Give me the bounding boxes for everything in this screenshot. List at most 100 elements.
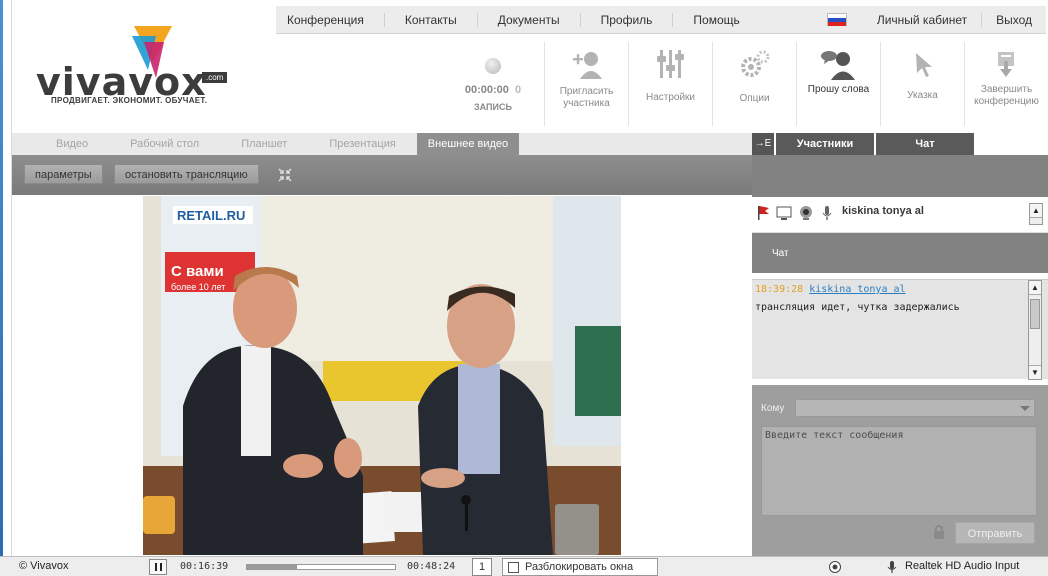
audio-input-device: Realtek HD Audio Input [905,560,1020,572]
svg-text:С вами: С вами [171,263,224,280]
microphone-status-icon[interactable] [886,560,898,574]
nav-conference[interactable]: Конференция [276,12,385,27]
flag-red-stripe [827,22,846,26]
pause-button[interactable] [149,559,167,575]
chat-header: Чат [752,233,1048,273]
invite-participant-button[interactable]: Пригласить участника [544,42,628,126]
tab-chat[interactable]: Чат [876,133,976,155]
tab-video[interactable]: Видео [12,133,109,155]
recipient-select[interactable] [795,399,1035,417]
logo-tagline: ПРОДВИГАЕТ. ЭКОНОМИТ. ОБУЧАЕТ. [51,96,208,105]
nav-help[interactable]: Помощь [673,13,759,27]
message-timestamp: 18:39:28 [755,284,804,295]
collapse-panel-icon[interactable]: →E [752,133,776,155]
pointer-icon [881,42,964,86]
elapsed-time: 00:16:39 [180,561,229,572]
window-border [0,0,3,556]
chat-scroll-up-icon[interactable]: ▲ [1029,281,1041,295]
invite-user-icon [545,42,628,86]
chevron-down-icon[interactable] [1020,406,1030,411]
chat-scroll-down-icon[interactable]: ▼ [1029,365,1041,379]
record-timer: 00:00:00 [464,84,509,96]
invite-participant-label: Пригласить участника [559,86,614,109]
chat-log: 18:39:28 kiskina tonya al трансляция иде… [752,279,1048,379]
nav-profile[interactable]: Профиль [581,12,674,27]
view-tabs: Видео Рабочий стол Планшет Презентация В… [12,133,752,155]
pause-icon-bar-right [160,563,162,571]
vivavox-logo: vivavox .com ПРОДВИГАЕТ. ЭКОНОМИТ. ОБУЧА… [36,24,248,114]
collapse-icon[interactable] [278,168,292,182]
tab-whiteboard[interactable]: Планшет [220,133,308,155]
pointer-label: Указка [907,90,938,101]
message-text: трансляция идет, чутка задержались [755,302,960,313]
nav-personal-cabinet[interactable]: Личный кабинет [863,12,983,27]
end-conference-icon [965,42,1048,86]
unlock-windows-toggle[interactable]: Разблокировать окна [502,558,658,576]
app-copyright: © Vivavox [19,560,69,572]
nav-documents[interactable]: Документы [478,12,581,27]
settings-button[interactable]: Настройки [628,42,712,126]
nav-contacts[interactable]: Контакты [385,12,478,27]
request-speak-label: Прошу слова [807,84,870,95]
external-video-feed[interactable]: RETAIL.RU С вами более 10 лет [143,196,621,555]
status-bar: © Vivavox 00:16:39 00:48:24 1 Разблокиро… [0,556,1048,576]
chat-scroll-thumb[interactable] [1030,299,1040,329]
pointer-button[interactable]: Указка [880,42,964,126]
scroll-up-icon[interactable]: ▲ [1030,204,1042,218]
webcam-icon[interactable] [798,205,814,221]
right-panel: →E Участники Чат kiskina tonya al ▲ Чат … [752,133,1048,556]
logo-domain: .com [202,72,228,83]
recipient-label: Кому [761,403,785,414]
conference-toolbar: 00:00:00 0 ЗАПИСЬ Пригласить участника Н… [276,40,1046,126]
record-label: ЗАПИСЬ [474,102,512,112]
window-left-edge [0,0,12,556]
page-number[interactable]: 1 [472,558,492,576]
end-conference-button[interactable]: Завершить конференцию [964,42,1048,126]
chat-title: Чат [772,248,789,259]
stop-broadcast-button[interactable]: остановить трансляцию [114,164,259,184]
options-button[interactable]: Опции [712,42,796,126]
screen-icon[interactable] [776,205,792,221]
lock-icon[interactable] [933,524,945,540]
message-input[interactable] [761,426,1037,516]
video-frame-image: RETAIL.RU С вами более 10 лет [143,196,621,555]
top-navigation: Конференция Контакты Документы Профиль П… [276,6,1046,34]
parameters-button[interactable]: параметры [24,164,103,184]
message-author-link[interactable]: kiskina tonya al [809,284,905,295]
chat-message-header: 18:39:28 kiskina tonya al [755,284,906,295]
unlock-label: Разблокировать окна [525,561,634,573]
request-speak-icon [797,42,880,86]
record-icon [485,58,501,74]
settings-label: Настройки [645,92,696,103]
end-conference-label: Завершить конференцию [974,84,1039,107]
camera-status-icon[interactable] [828,560,842,574]
request-speak-button[interactable]: Прошу слова [796,42,880,126]
panel-tabs: →E Участники Чат [752,133,1048,155]
panel-header-band [752,155,1048,197]
send-button[interactable]: Отправить [955,522,1035,544]
chat-scrollbar[interactable]: ▲ ▼ [1028,280,1042,380]
unlock-checkbox[interactable] [508,561,519,573]
participant-row[interactable]: kiskina tonya al [752,197,1048,233]
tab-presentation[interactable]: Презентация [308,133,416,155]
tab-desktop[interactable]: Рабочий стол [109,133,220,155]
playback-progress[interactable] [246,564,396,570]
participant-name: kiskina tonya al [842,205,924,217]
message-form: Кому Отправить [752,385,1048,556]
nav-logout[interactable]: Выход [982,13,1046,27]
pause-icon-bar-left [155,563,157,571]
svg-text:RETAIL.RU: RETAIL.RU [177,208,245,223]
svg-text:более 10 лет: более 10 лет [171,282,225,292]
record-control[interactable]: 00:00:00 0 ЗАПИСЬ [458,58,528,112]
tab-external-video[interactable]: Внешнее видео [416,133,520,155]
settings-sliders-icon [629,42,712,86]
flag-icon[interactable] [756,205,770,221]
russian-flag-icon[interactable] [826,13,847,26]
record-time: 00:00:00 0 [458,84,528,96]
participants-scrollbar[interactable]: ▲ [1029,203,1043,225]
microphone-icon[interactable] [820,205,834,221]
broadcast-control-bar: параметры остановить трансляцию [12,155,752,195]
options-label: Опции [739,93,770,104]
record-count: 0 [515,84,522,96]
tab-participants[interactable]: Участники [776,133,876,155]
